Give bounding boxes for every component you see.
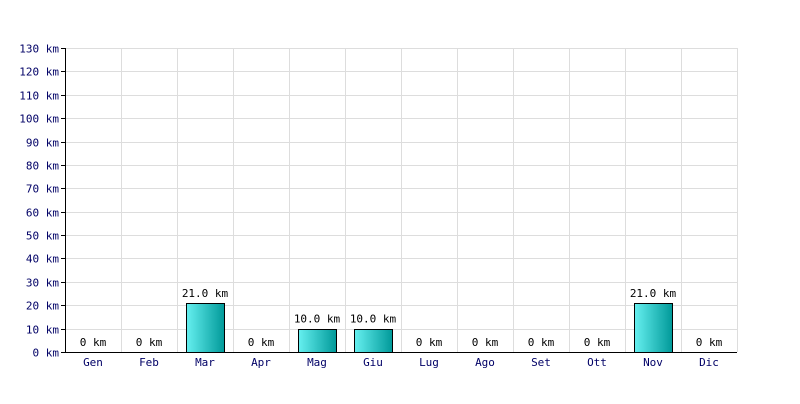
y-tick-label: 50 km (26, 230, 59, 243)
x-tick-label: Mag (307, 356, 327, 369)
y-tick-label: 100 km (19, 113, 59, 126)
x-tick-label: Ago (475, 356, 495, 369)
data-label: 21.0 km (182, 287, 229, 300)
x-tick-label: Mar (195, 356, 215, 369)
bar-giu (354, 329, 393, 353)
x-tick-label: Gen (83, 356, 103, 369)
bar-mar (186, 303, 225, 353)
x-tick-label: Nov (643, 356, 663, 369)
chart-container: 0 km 10 km 20 km 30 km 40 km 50 km 60 km 70 km 8… (0, 0, 800, 400)
x-tick-label: Set (531, 356, 551, 369)
data-label: 10.0 km (294, 313, 341, 326)
y-tick-label: 130 km (19, 43, 59, 56)
y-tick-label: 0 km (33, 347, 60, 360)
y-tick-label: 20 km (26, 300, 59, 313)
x-tick-label: Lug (419, 356, 439, 369)
data-label: 0 km (584, 336, 611, 349)
y-tick-label: 90 km (26, 137, 59, 150)
labels: 0 km 10 km 20 km 30 km 40 km 50 km 60 km 70 km 8… (19, 43, 722, 370)
y-tick-label: 70 km (26, 183, 59, 196)
data-label: 0 km (416, 336, 443, 349)
bar-nov (634, 303, 673, 353)
y-tick-label: 30 km (26, 277, 59, 290)
x-tick-label: Feb (139, 356, 159, 369)
bar-chart: 0 km 10 km 20 km 30 km 40 km 50 km 60 km 70 km 8… (19, 43, 738, 370)
data-label: 0 km (696, 336, 723, 349)
y-tick-label: 60 km (26, 207, 59, 220)
data-label: 0 km (472, 336, 499, 349)
data-label: 10.0 km (350, 313, 397, 326)
data-label: 0 km (528, 336, 555, 349)
data-label: 0 km (136, 336, 163, 349)
x-tick-label: Giu (363, 356, 383, 369)
data-label: 21.0 km (630, 287, 677, 300)
x-tick-label: Dic (699, 356, 719, 369)
data-label: 0 km (248, 336, 275, 349)
y-tick-label: 10 km (26, 324, 59, 337)
y-tick-label: 110 km (19, 90, 59, 103)
bar-mag (298, 329, 337, 353)
x-tick-label: Ott (587, 356, 607, 369)
y-tick-label: 40 km (26, 253, 59, 266)
data-label: 0 km (80, 336, 107, 349)
y-tick-label: 80 km (26, 160, 59, 173)
y-tick-label: 120 km (19, 66, 59, 79)
x-tick-label: Apr (251, 356, 271, 369)
